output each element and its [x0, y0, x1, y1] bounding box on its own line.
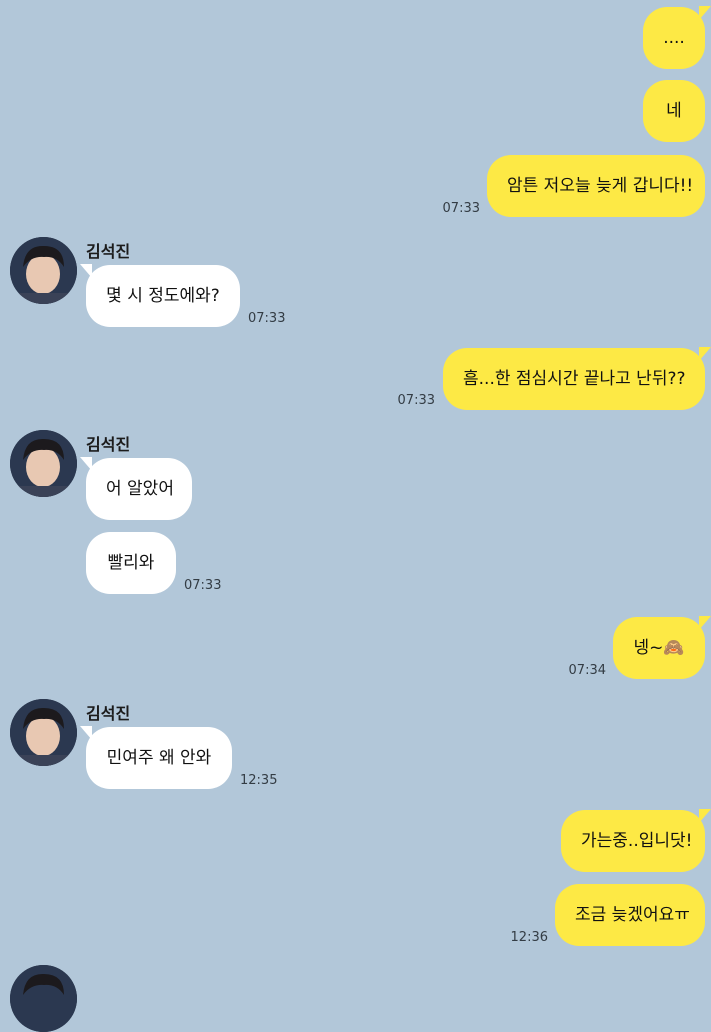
my-message-bubble[interactable]: 암튼 저오늘 늦게 갑니다!!	[487, 155, 705, 217]
message-timestamp: 07:33	[184, 578, 222, 593]
contact-avatar[interactable]	[10, 237, 77, 304]
their-message-bubble[interactable]: 빨리와	[86, 532, 176, 594]
contact-name: 김석진	[86, 435, 131, 454]
message-timestamp: 12:35	[240, 773, 278, 788]
avatar-image	[10, 965, 77, 1032]
contact-avatar[interactable]	[10, 430, 77, 497]
contact-avatar[interactable]	[10, 699, 77, 766]
message-timestamp: 07:33	[248, 311, 286, 326]
message-timestamp: 07:33	[397, 393, 435, 408]
their-message-bubble[interactable]: 몇 시 정도에와?	[80, 264, 240, 327]
my-message-bubble[interactable]: 넹~🙈	[613, 616, 711, 679]
avatar-image	[10, 430, 77, 497]
my-message-bubble[interactable]: 가는중..입니닷!	[561, 809, 711, 872]
avatar-image	[10, 237, 77, 304]
message-timestamp: 12:36	[510, 930, 548, 945]
my-message-bubble[interactable]: 조금 늦겠어요ㅠ	[555, 884, 705, 946]
message-timestamp: 07:33	[442, 201, 480, 216]
my-message-bubble[interactable]: 네	[643, 80, 705, 142]
contact-name: 김석진	[86, 242, 131, 261]
contact-avatar[interactable]	[10, 965, 77, 1032]
message-timestamp: 07:34	[568, 663, 606, 678]
their-message-bubble[interactable]: 민여주 왜 안와	[80, 726, 232, 789]
their-message-bubble[interactable]: 어 알았어	[80, 457, 192, 520]
chat-area[interactable]: .... 네 암튼 저오늘 늦게 갑니다!! 07:33 김석진 몇 시 정도에…	[0, 0, 711, 1032]
my-message-bubble[interactable]: ....	[643, 6, 711, 69]
avatar-image	[10, 699, 77, 766]
contact-name: 김석진	[86, 704, 131, 723]
my-message-bubble[interactable]: 흠...한 점심시간 끝나고 난뒤??	[443, 347, 711, 410]
